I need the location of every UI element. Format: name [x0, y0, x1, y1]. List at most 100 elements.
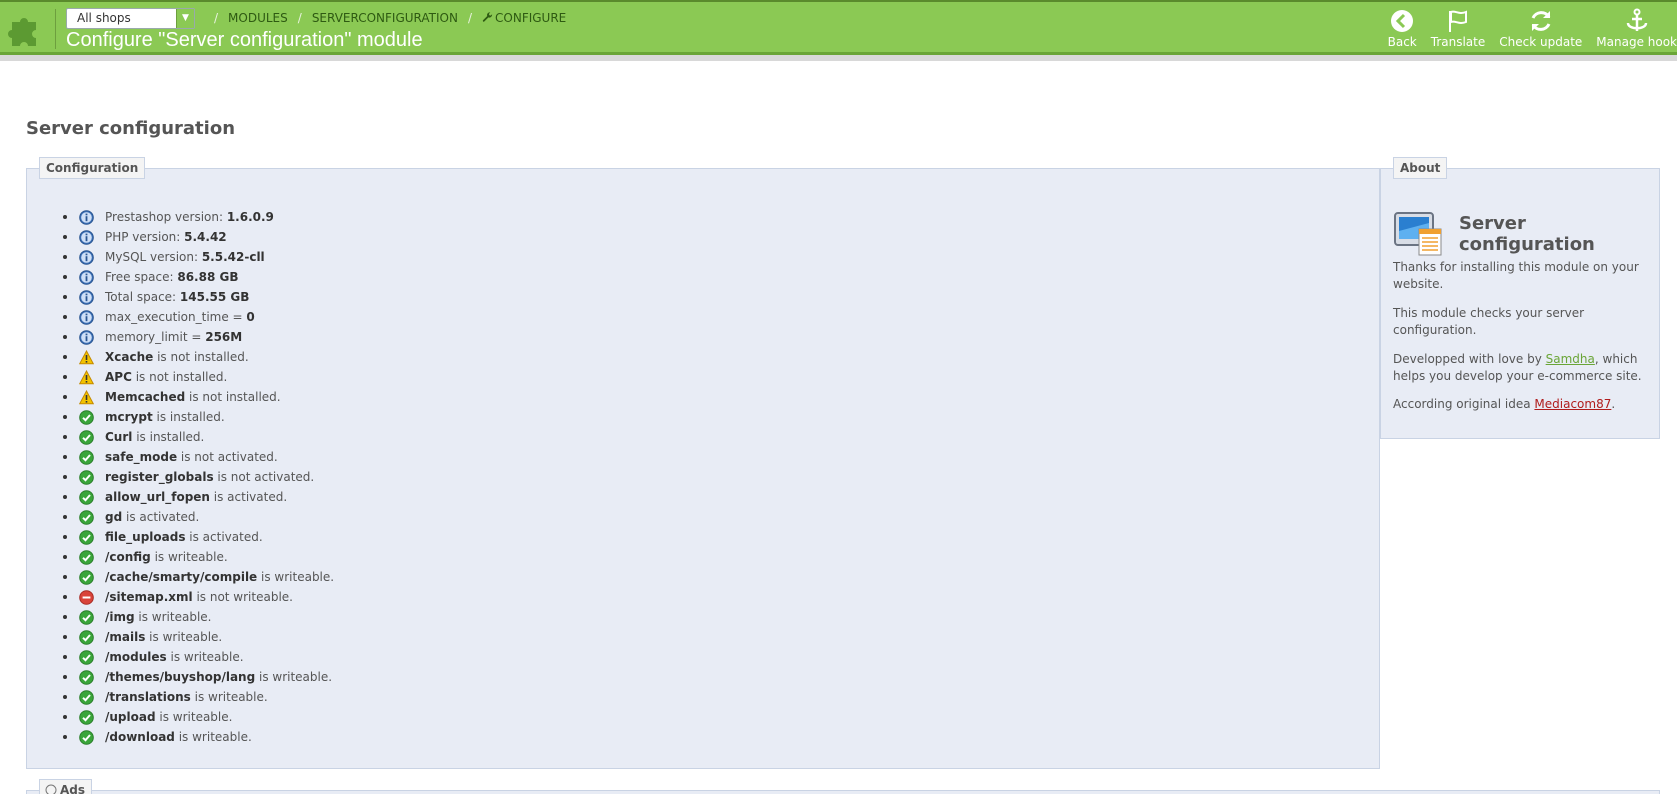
check-item: APC is not installed. — [63, 367, 334, 387]
check-item: Total space: 145.55 GB — [63, 287, 334, 307]
ads-legend: Ads — [39, 779, 93, 794]
info-icon — [79, 270, 94, 285]
check-icon — [79, 430, 94, 445]
check-key: /img — [105, 610, 135, 624]
back-button[interactable]: Back — [1388, 8, 1417, 52]
check-key: Curl — [105, 430, 133, 444]
bullet — [63, 275, 67, 279]
check-post: is writeable. — [257, 570, 335, 584]
check-icon — [79, 410, 94, 425]
bullet — [63, 595, 67, 599]
check-key: /config — [105, 550, 151, 564]
info-icon — [79, 310, 94, 325]
bullet — [63, 235, 67, 239]
anchor-icon — [1626, 8, 1647, 31]
breadcrumb: / MODULES / SERVERCONFIGURATION / CONFIG… — [214, 11, 567, 25]
check-update-button[interactable]: Check update — [1499, 8, 1582, 52]
check-key: 0 — [246, 310, 255, 324]
breadcrumb-module-name[interactable]: SERVERCONFIGURATION — [312, 11, 458, 25]
bullet — [63, 555, 67, 559]
back-icon — [1391, 10, 1414, 32]
check-icon — [79, 470, 94, 485]
check-post: is not writeable. — [192, 590, 293, 604]
manage-hook-label: Manage hook — [1596, 35, 1677, 49]
check-key: 1.6.0.9 — [226, 210, 274, 224]
check-icon — [79, 570, 94, 585]
flag-icon — [1449, 10, 1468, 32]
check-icon — [79, 550, 94, 565]
bullet — [63, 255, 67, 259]
check-pre: Total space: — [105, 290, 180, 304]
bullet — [63, 495, 67, 499]
translate-label: Translate — [1430, 35, 1486, 49]
check-key: 256M — [205, 330, 243, 344]
check-icon — [79, 690, 94, 705]
samdha-link[interactable]: Samdha — [1546, 352, 1595, 366]
check-item: file_uploads is activated. — [63, 527, 334, 547]
about-original-idea-text: According original idea Mediacom87. — [1393, 397, 1616, 411]
bullet — [63, 535, 67, 539]
bullet — [63, 375, 67, 379]
info-icon — [45, 784, 57, 794]
check-key: /cache/smarty/compile — [105, 570, 258, 584]
check-key: safe_mode — [105, 450, 178, 464]
chevron-down-icon[interactable]: ▼ — [176, 9, 194, 28]
check-item: gd is activated. — [63, 507, 334, 527]
shop-select[interactable]: All shops ▼ — [66, 8, 195, 29]
wrench-icon — [482, 12, 493, 22]
check-item: Memcached is not installed. — [63, 387, 334, 407]
bullet — [63, 695, 67, 699]
bullet — [63, 575, 67, 579]
header-divider — [55, 9, 56, 49]
check-icon — [79, 710, 94, 725]
mediacom87-link[interactable]: Mediacom87 — [1534, 397, 1611, 411]
breadcrumb-modules[interactable]: MODULES — [228, 11, 288, 25]
bullet — [63, 715, 67, 719]
bullet — [63, 475, 67, 479]
header-shadow — [0, 55, 1677, 61]
check-icon — [79, 450, 94, 465]
bullet — [63, 735, 67, 739]
translate-button[interactable]: Translate — [1430, 8, 1486, 52]
check-item: mcrypt is installed. — [63, 407, 334, 427]
check-key: /sitemap.xml — [105, 590, 193, 604]
check-post: is not installed. — [131, 370, 228, 384]
check-post: is writeable. — [150, 550, 228, 564]
check-item: /translations is writeable. — [63, 687, 334, 707]
check-post: is installed. — [152, 410, 225, 424]
check-pre: Prestashop version: — [105, 210, 227, 224]
section-title: Server configuration — [26, 118, 236, 139]
check-item: /modules is writeable. — [63, 647, 334, 667]
check-post: is writeable. — [155, 710, 233, 724]
server-config-icon — [1394, 212, 1442, 256]
info-icon — [79, 330, 94, 345]
back-label: Back — [1387, 35, 1417, 49]
check-icon — [79, 630, 94, 645]
check-item: /upload is writeable. — [63, 707, 334, 727]
check-post: is not installed. — [153, 350, 249, 364]
check-icon — [79, 730, 94, 745]
check-item: Prestashop version: 1.6.0.9 — [63, 207, 334, 227]
check-pre: PHP version: — [105, 230, 185, 244]
check-key: allow_url_fopen — [105, 490, 210, 504]
puzzle-icon[interactable] — [8, 8, 48, 48]
refresh-icon — [1531, 11, 1551, 31]
check-key: Xcache — [105, 350, 154, 364]
check-key: /mails — [105, 630, 146, 644]
about-title: Server configuration — [1459, 213, 1595, 255]
check-icon — [79, 670, 94, 685]
about-panel: About Server configuration Thanks for in… — [1380, 157, 1660, 439]
check-post: is writeable. — [166, 650, 244, 664]
check-icon — [79, 490, 94, 505]
check-post: is activated. — [209, 490, 288, 504]
check-post: is not installed. — [185, 390, 281, 404]
page-title: Configure "Server configuration" module — [66, 29, 423, 51]
check-item: /cache/smarty/compile is writeable. — [63, 567, 334, 587]
check-item: MySQL version: 5.5.42-cll — [63, 247, 334, 267]
manage-hook-button[interactable]: Manage hook — [1596, 8, 1677, 52]
bullet — [63, 515, 67, 519]
check-item: /themes/buyshop/lang is writeable. — [63, 667, 334, 687]
about-developer-text: Developped with love by Samdha, which he… — [1393, 352, 1642, 383]
check-icon — [79, 510, 94, 525]
check-list: Prestashop version: 1.6.0.9 PHP version: … — [63, 207, 334, 747]
